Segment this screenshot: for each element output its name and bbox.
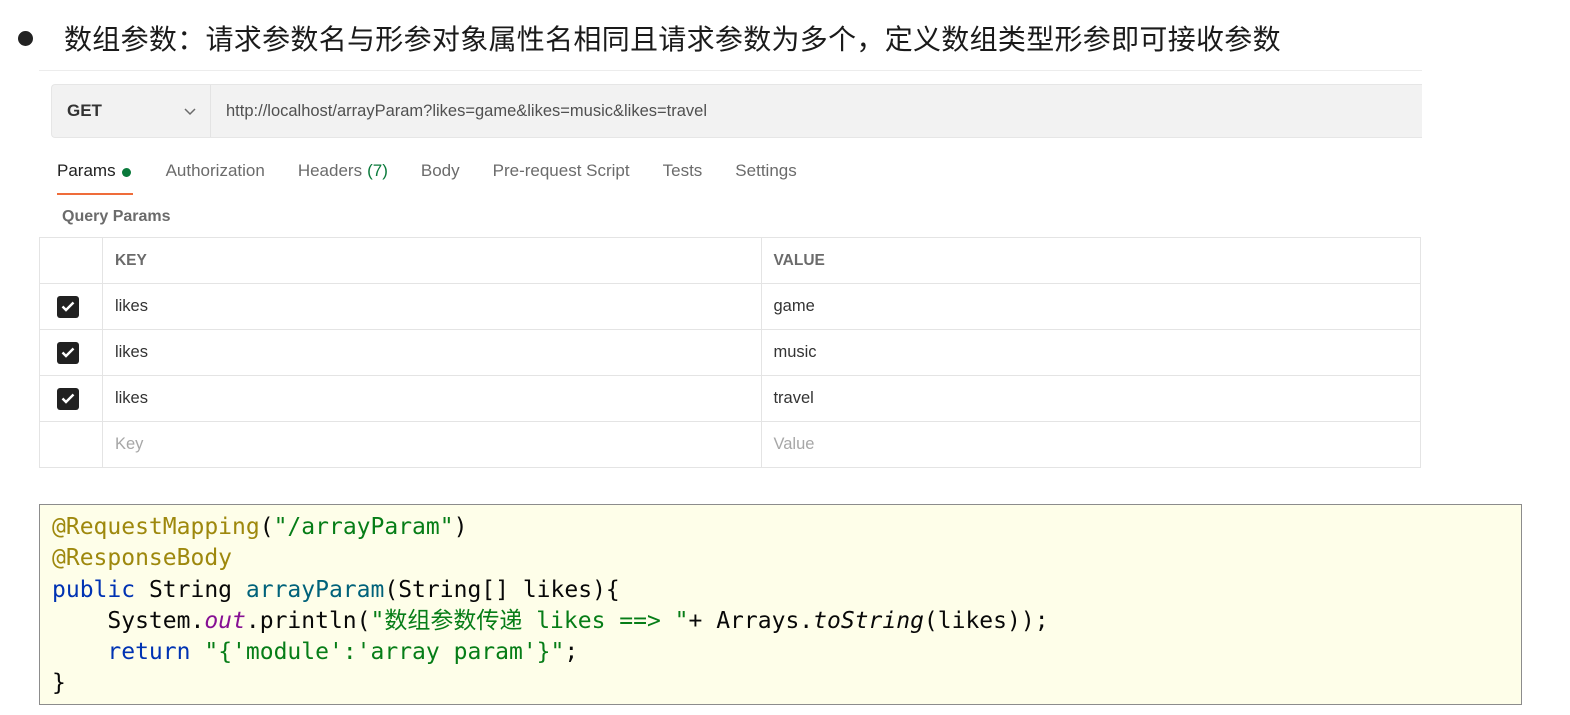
tab-authorization[interactable]: Authorization xyxy=(166,159,265,195)
params-active-dot-icon xyxy=(121,168,131,177)
row-check-cell xyxy=(40,330,103,375)
key-column-header: KEY xyxy=(103,238,763,283)
request-url-bar: GET http://localhost/arrayParam?likes=ga… xyxy=(51,84,1422,138)
tab-params[interactable]: Params xyxy=(57,159,133,195)
method-select[interactable]: GET xyxy=(52,85,211,137)
code-snippet: @RequestMapping("/arrayParam") @Response… xyxy=(39,504,1522,705)
code-punct: ) xyxy=(453,514,468,540)
tab-label: Body xyxy=(420,161,460,180)
code-string: "/arrayParam" xyxy=(273,514,454,540)
code-static-call: toString xyxy=(813,607,924,634)
param-value[interactable]: travel xyxy=(762,376,1421,421)
tab-headers[interactable]: Headers (7) xyxy=(298,159,388,195)
heading-text: 数组参数：请求参数名与形参对象属性名相同且请求参数为多个，定义数组类型形参即可接… xyxy=(64,23,1281,56)
param-key[interactable]: likes xyxy=(103,330,763,375)
chevron-down-icon xyxy=(184,103,196,119)
row-check-cell xyxy=(40,376,103,421)
row-checkbox[interactable] xyxy=(56,295,79,318)
code-type: String xyxy=(135,576,246,603)
code-annotation: @RequestMapping xyxy=(52,514,260,540)
request-tabs: Params Authorization Headers (7) Body Pr… xyxy=(57,159,830,195)
code-field: out xyxy=(204,607,246,634)
code-keyword: return xyxy=(107,639,191,666)
code-method-name: arrayParam xyxy=(245,576,385,603)
row-check-cell xyxy=(40,284,103,329)
header-check-cell xyxy=(40,238,103,283)
tab-tests[interactable]: Tests xyxy=(663,159,703,195)
value-column-header: VALUE xyxy=(762,238,1421,283)
code-annotation: @ResponseBody xyxy=(52,545,233,572)
code-line: @ResponseBody xyxy=(52,543,1521,574)
code-params: (String[] likes){ xyxy=(384,576,620,603)
table-row: likes game xyxy=(40,284,1421,330)
postman-request-panel: GET http://localhost/arrayParam?likes=ga… xyxy=(39,70,1422,468)
checkmark-icon xyxy=(61,301,75,312)
query-params-table: KEY VALUE likes game likes music likes t… xyxy=(39,237,1421,468)
new-value-input[interactable]: Value xyxy=(762,422,1421,467)
checkmark-icon xyxy=(61,347,75,358)
tab-settings[interactable]: Settings xyxy=(735,159,796,195)
bullet-point xyxy=(18,30,33,46)
param-key[interactable]: likes xyxy=(103,284,763,329)
tab-label: Settings xyxy=(735,161,797,180)
new-key-input[interactable]: Key xyxy=(103,422,763,467)
code-line: public String arrayParam(String[] likes)… xyxy=(52,575,1521,606)
method-label: GET xyxy=(67,101,102,120)
code-text: ; xyxy=(564,639,579,666)
code-punct: ( xyxy=(259,514,274,540)
code-keyword: public xyxy=(52,576,136,603)
table-row: likes music xyxy=(40,330,1421,376)
code-string: "{'module':'array param'}" xyxy=(204,639,565,666)
code-string: "数组参数传递 likes ==> " xyxy=(370,607,689,634)
tab-label: Pre-request Script xyxy=(492,161,630,180)
tab-pre-request-script[interactable]: Pre-request Script xyxy=(493,159,630,195)
code-text: + Arrays. xyxy=(688,607,814,634)
tab-label: Tests xyxy=(662,161,703,180)
tab-label: Params xyxy=(57,161,116,180)
table-row: likes travel xyxy=(40,376,1421,422)
code-text: (likes)); xyxy=(923,607,1049,634)
row-check-cell xyxy=(40,422,103,467)
tab-label: Authorization xyxy=(165,161,265,180)
table-header-row: KEY VALUE xyxy=(40,238,1421,284)
code-line: @RequestMapping("/arrayParam") xyxy=(52,512,1521,543)
query-params-title: Query Params xyxy=(62,208,171,225)
url-input[interactable]: http://localhost/arrayParam?likes=game&l… xyxy=(211,85,707,137)
code-text: } xyxy=(52,670,66,697)
param-key[interactable]: likes xyxy=(103,376,763,421)
slide-heading: 数组参数：请求参数名与形参对象属性名相同且请求参数为多个，定义数组类型形参即可接… xyxy=(14,18,1281,58)
code-line: System.out.println("数组参数传递 likes ==> "+ … xyxy=(52,606,1521,637)
tab-body[interactable]: Body xyxy=(421,159,460,195)
param-value[interactable]: game xyxy=(762,284,1421,329)
row-checkbox[interactable] xyxy=(56,387,79,410)
code-line: } xyxy=(52,668,1521,699)
new-param-row: Key Value xyxy=(40,422,1421,468)
checkmark-icon xyxy=(61,393,75,404)
code-text: .println( xyxy=(245,607,371,634)
row-checkbox[interactable] xyxy=(56,341,79,364)
headers-count-badge: (7) xyxy=(367,161,388,180)
param-value[interactable]: music xyxy=(762,330,1421,375)
code-line: return "{'module':'array param'}"; xyxy=(52,637,1521,668)
tab-label: Headers xyxy=(297,161,363,180)
code-text: System. xyxy=(52,607,205,634)
